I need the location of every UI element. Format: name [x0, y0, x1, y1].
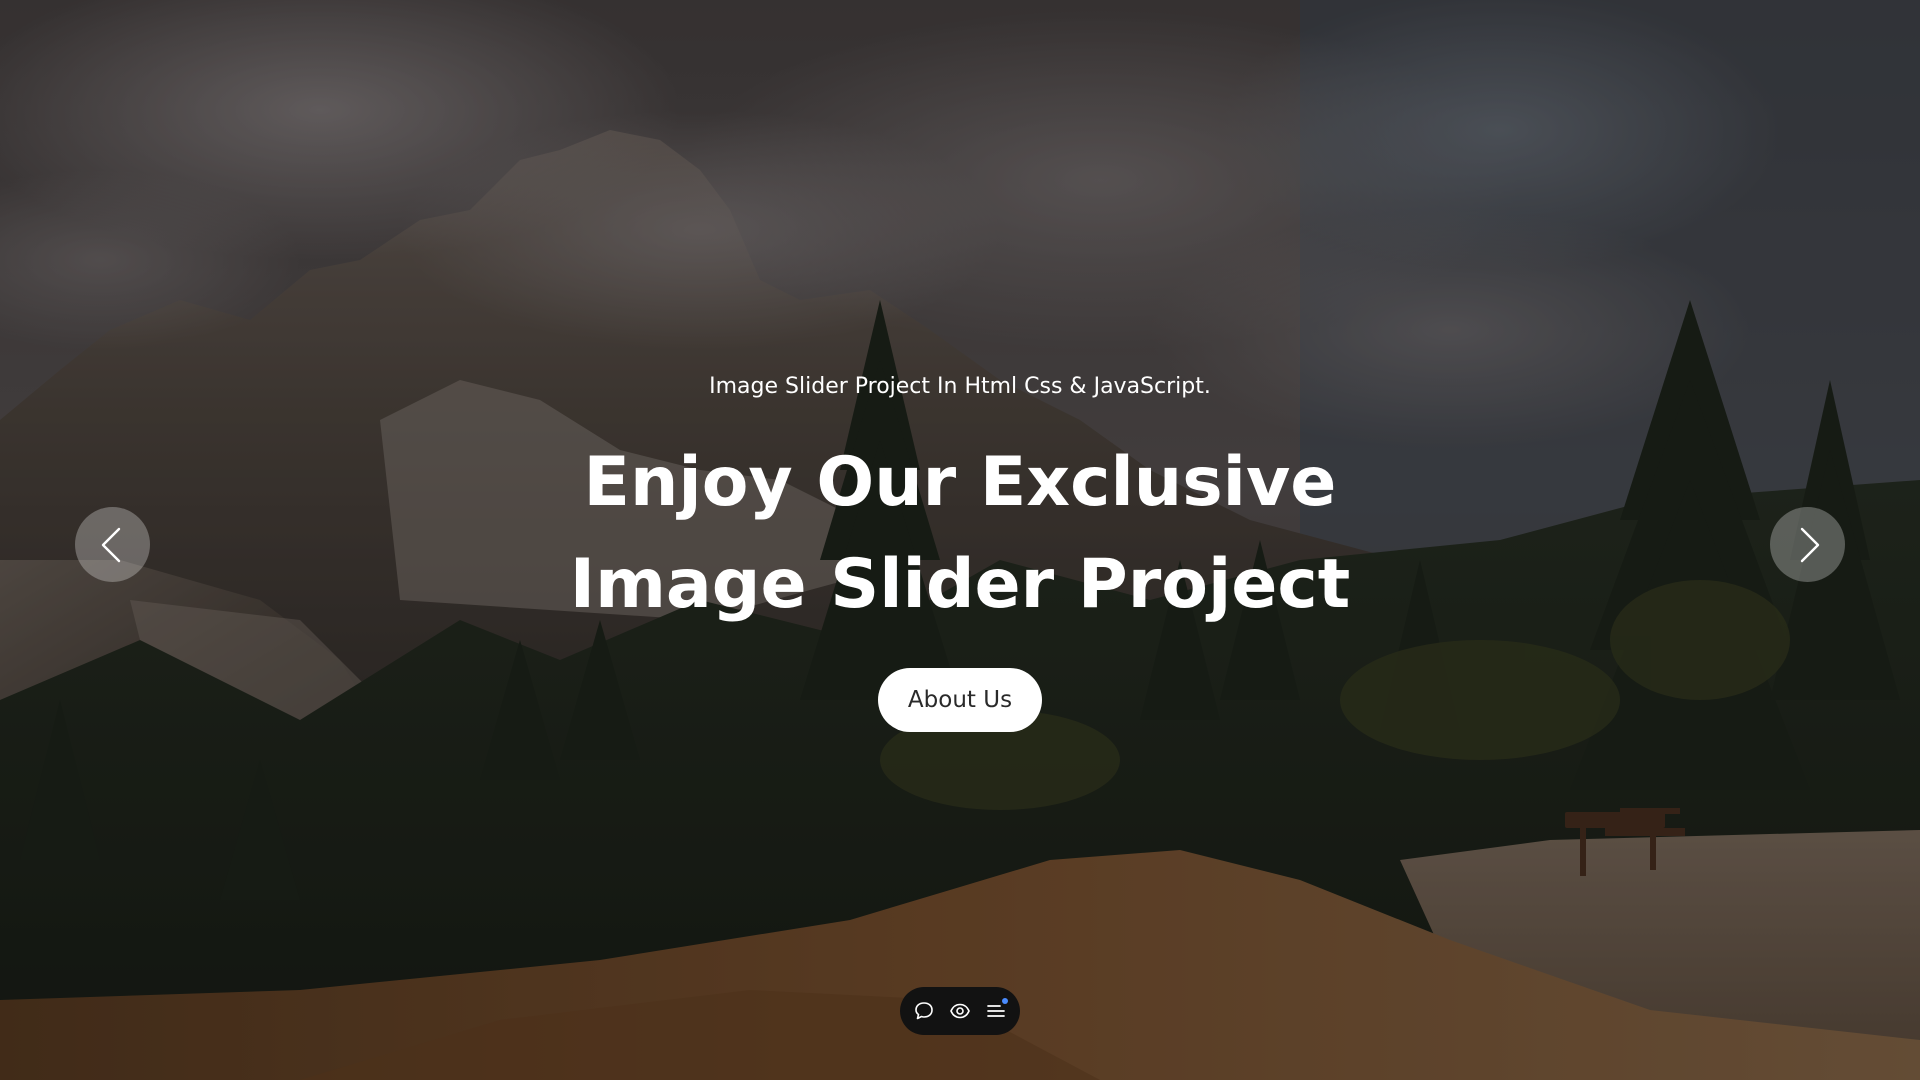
- menu-button[interactable]: [985, 998, 1008, 1022]
- slide-subtitle: Image Slider Project In Html Css & JavaS…: [709, 374, 1211, 399]
- notification-dot: [1002, 998, 1008, 1004]
- slide-headline: Enjoy Our Exclusive Image Slider Project: [0, 432, 1920, 636]
- chevron-left-icon: [101, 527, 120, 562]
- slide-content: Image Slider Project In Html Css & JavaS…: [0, 360, 1920, 732]
- view-button[interactable]: [949, 1000, 971, 1022]
- chevron-right-icon: [1800, 527, 1819, 562]
- comment-button[interactable]: [913, 1000, 935, 1022]
- headline-line-2: Image Slider Project: [569, 545, 1351, 624]
- eye-icon: [950, 1003, 970, 1019]
- next-slide-button[interactable]: [1770, 507, 1845, 582]
- about-us-button[interactable]: About Us: [877, 668, 1043, 732]
- image-slider: Image Slider Project In Html Css & JavaS…: [0, 0, 1920, 1080]
- headline-line-1: Enjoy Our Exclusive: [583, 443, 1337, 522]
- previous-slide-button[interactable]: [75, 507, 150, 582]
- floating-toolbar: [900, 987, 1020, 1035]
- comment-icon: [915, 1002, 933, 1020]
